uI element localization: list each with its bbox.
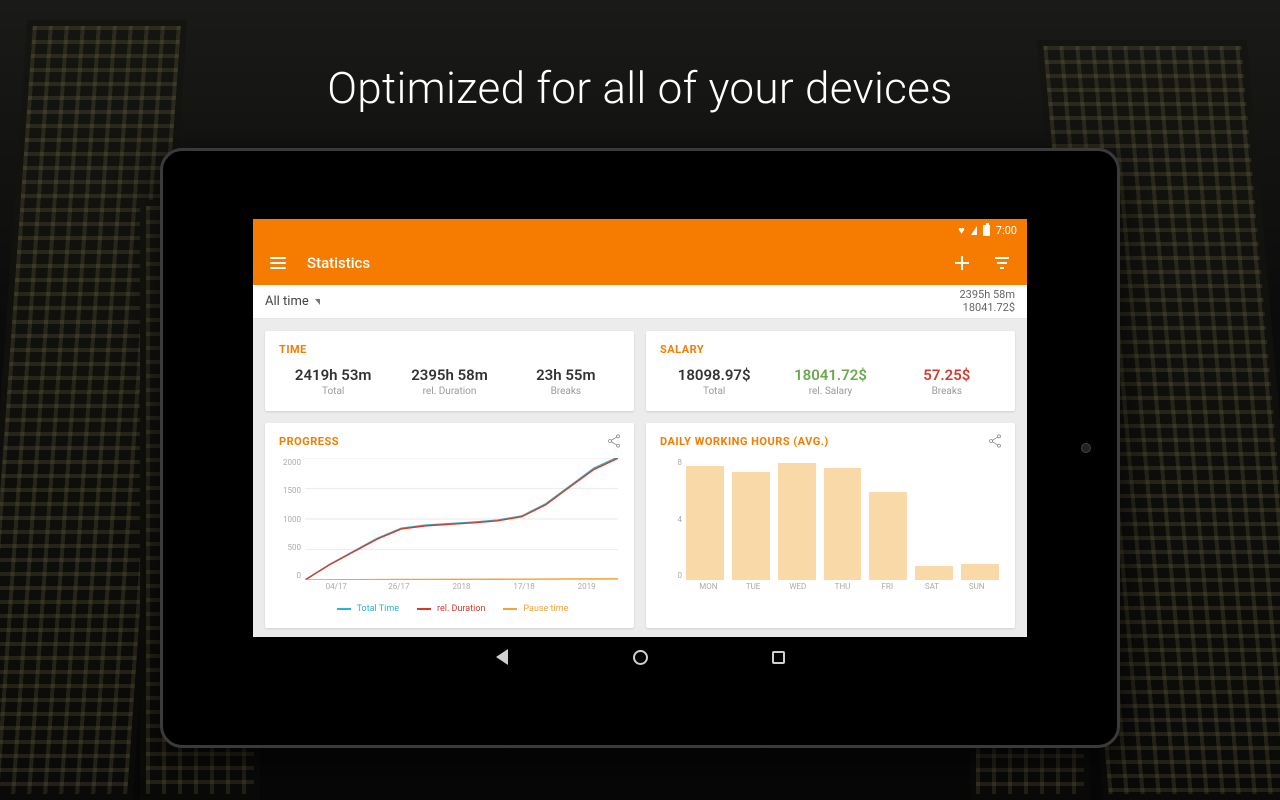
- salary-metric-total: 18098.97$ Total: [660, 366, 768, 397]
- salary-metric-breaks: 57.25$ Breaks: [893, 366, 1001, 397]
- bar: [869, 492, 907, 580]
- battery-icon: [983, 225, 990, 236]
- card-progress-title: PROGRESS: [279, 435, 620, 448]
- back-icon: [496, 649, 508, 665]
- tablet-screen: ♥ 7:00 Statistics All time 2395h 58m 180…: [253, 219, 1027, 677]
- nav-recents-button[interactable]: [769, 648, 787, 666]
- range-row: All time 2395h 58m 18041.72$: [253, 285, 1027, 319]
- android-navbar: [253, 637, 1027, 677]
- progress-chart: 2000150010005000 04/1726/17201817/182019: [279, 458, 620, 598]
- time-metric-total: 2419h 53m Total: [279, 366, 387, 397]
- bar: [778, 463, 816, 580]
- bar: [824, 468, 862, 581]
- time-metric-breaks: 23h 55m Breaks: [512, 366, 620, 397]
- menu-button[interactable]: [267, 252, 289, 274]
- range-selected: All time: [265, 294, 309, 309]
- bar: [686, 466, 724, 580]
- recents-icon: [772, 651, 785, 664]
- share-daily-button[interactable]: [987, 433, 1003, 453]
- bar: [732, 472, 770, 580]
- signal-icon: [971, 226, 977, 235]
- range-dropdown[interactable]: All time: [265, 294, 320, 309]
- card-time-title: TIME: [279, 343, 620, 356]
- appbar-title: Statistics: [307, 254, 370, 272]
- share-icon: [606, 433, 622, 449]
- heart-icon: ♥: [958, 224, 965, 237]
- card-time: TIME 2419h 53m Total 2395h 58m rel. Dura…: [265, 331, 634, 411]
- card-daily: DAILY WORKING HOURS (AVG.) 840 MONTUEWED…: [646, 423, 1015, 628]
- card-progress: PROGRESS 2000150010005000 04/1726/172018…: [265, 423, 634, 628]
- home-icon: [633, 650, 648, 665]
- card-salary-title: SALARY: [660, 343, 1001, 356]
- filter-button[interactable]: [991, 252, 1013, 274]
- status-time: 7:00: [996, 224, 1017, 237]
- progress-legend: Total Timerel. DurationPause time: [279, 604, 620, 614]
- card-salary: SALARY 18098.97$ Total 18041.72$ rel. Sa…: [646, 331, 1015, 411]
- marketing-headline: Optimized for all of your devices: [0, 62, 1280, 114]
- range-totals: 2395h 58m 18041.72$: [959, 289, 1015, 314]
- plus-icon: [955, 256, 969, 270]
- bar: [915, 566, 953, 580]
- card-daily-title: DAILY WORKING HOURS (AVG.): [660, 435, 1001, 448]
- range-total-time: 2395h 58m: [959, 289, 1015, 302]
- tablet-camera: [1081, 443, 1091, 453]
- daily-chart: 840 MONTUEWEDTHUFRISATSUN: [660, 458, 1001, 598]
- dropdown-caret-icon: [315, 299, 320, 305]
- hamburger-icon: [270, 262, 286, 264]
- nav-back-button[interactable]: [493, 648, 511, 666]
- salary-metric-rel: 18041.72$ rel. Salary: [776, 366, 884, 397]
- app-bar: Statistics: [253, 241, 1027, 285]
- share-progress-button[interactable]: [606, 433, 622, 453]
- filter-icon: [995, 257, 1009, 269]
- share-icon: [987, 433, 1003, 449]
- time-metric-rel: 2395h 58m rel. Duration: [395, 366, 503, 397]
- bar: [961, 564, 999, 580]
- tablet-frame: ♥ 7:00 Statistics All time 2395h 58m 180…: [160, 148, 1120, 748]
- content-grid: TIME 2419h 53m Total 2395h 58m rel. Dura…: [253, 319, 1027, 637]
- nav-home-button[interactable]: [631, 648, 649, 666]
- android-statusbar: ♥ 7:00: [253, 219, 1027, 241]
- add-button[interactable]: [951, 252, 973, 274]
- range-total-salary: 18041.72$: [959, 302, 1015, 315]
